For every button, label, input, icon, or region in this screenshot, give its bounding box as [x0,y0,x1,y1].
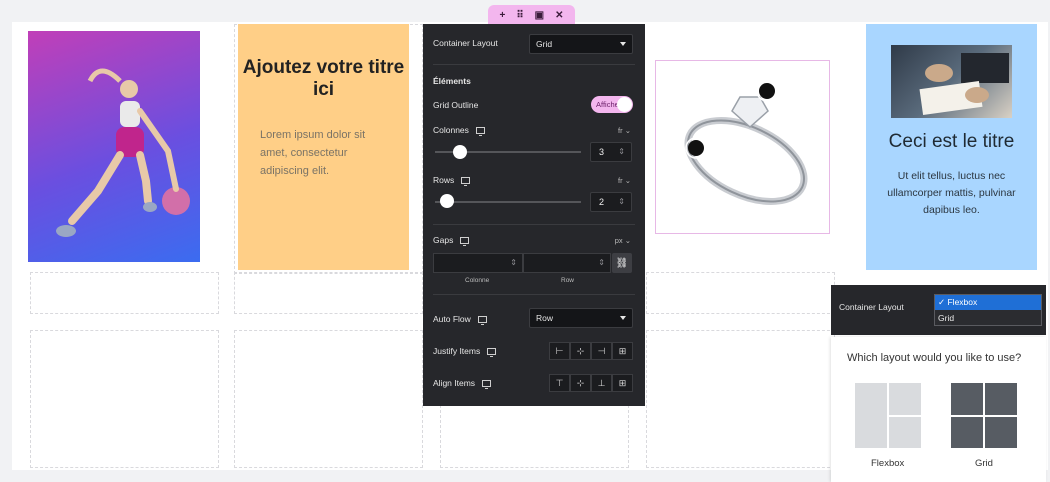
divider [433,294,635,295]
columns-label: Colonnes [433,125,469,135]
section-heading: Éléments [433,76,635,86]
flexbox-layout-tile[interactable] [855,383,921,448]
grid-outline-toggle[interactable]: Affiche [591,96,633,113]
duplicate-icon[interactable]: ▣ [535,10,544,21]
container-layout-select[interactable]: Grid [529,34,633,54]
columns-number-input[interactable]: 3 ⇕ [590,142,632,162]
plus-icon[interactable]: + [499,10,505,21]
gaps-label: Gaps [433,235,454,245]
container-toolbar: + ⠿ ▣ ✕ [488,5,575,25]
justify-start-icon[interactable]: ⊢ [549,342,570,360]
gaps-row: Gaps [433,235,635,246]
align-items-label: Align Items [433,378,476,388]
select-value: Grid [536,39,553,49]
card-title[interactable]: Ajoutez votre titre ici [238,57,409,101]
align-center-icon[interactable]: ⊹ [570,374,591,392]
card-text[interactable]: Ut elit tellus, luctus nec ullamcorper m… [874,168,1029,219]
gap-row-label: Row [561,277,575,284]
heading-card[interactable]: Ajoutez votre titre ici Lorem ipsum dolo… [238,24,409,270]
grid-label: Grid [975,458,993,469]
tile-block [951,383,983,415]
columns-unit-select[interactable]: fr ⌄ [618,126,631,135]
stepper-icon[interactable]: ⇕ [598,258,605,267]
rows-slider-handle[interactable] [440,194,454,208]
gap-column-label: Colonne [465,277,490,284]
desktop-icon[interactable] [460,236,470,246]
auto-flow-label: Auto Flow [433,314,471,324]
flexbox-label: Flexbox [871,458,905,469]
feature-card[interactable]: Ceci est le titre Ut elit tellus, luctus… [866,24,1037,270]
fitness-image[interactable] [28,31,200,262]
auto-flow-select[interactable]: Row [529,308,633,328]
gap-row-input[interactable]: ⇕ [523,253,611,273]
stepper-icon[interactable]: ⇕ [618,197,625,206]
justify-items-buttons: ⊢ ⊹ ⊣ ⊞ [549,342,633,360]
card-title[interactable]: Ceci est le titre [866,130,1037,154]
desktop-icon[interactable] [482,379,492,389]
align-stretch-icon[interactable]: ⊞ [612,374,633,392]
columns-slider-handle[interactable] [453,145,467,159]
tile-block [889,383,921,415]
rows-label: Rows [433,175,455,185]
elements-heading: Éléments [433,76,471,86]
tile-block [951,416,983,448]
link-icon[interactable]: ⛓ [612,253,632,273]
select-value: Row [536,313,554,323]
tile-block [985,383,1017,415]
grid-layout-tile[interactable] [951,383,1017,448]
align-start-icon[interactable]: ⊤ [549,374,570,392]
divider [433,224,635,225]
divider [433,64,635,65]
stepper-icon[interactable]: ⇕ [510,258,517,267]
rows-unit-select[interactable]: fr ⌄ [618,176,631,185]
grid-outline-label: Grid Outline [433,100,479,110]
grid-settings-panel: Container Layout Grid Éléments Grid Outl… [423,24,645,406]
container-layout-dropdown[interactable]: ✓ Flexbox Grid [934,294,1042,326]
rows-row: Rows [433,175,635,186]
drag-handle-icon[interactable]: ⠿ [516,10,523,21]
option-grid[interactable]: Grid [935,310,1041,325]
desk-photo[interactable] [891,45,1012,118]
tile-block [855,383,887,448]
grid-cell[interactable] [234,330,423,468]
stepper-icon[interactable]: ⇕ [618,147,625,156]
justify-end-icon[interactable]: ⊣ [591,342,612,360]
desktop-icon[interactable] [461,176,471,186]
number-value: 3 [599,147,605,157]
tile-block [985,416,1017,448]
layout-question: Which layout would you like to use? [847,352,1022,364]
align-items-buttons: ⊤ ⊹ ⊥ ⊞ [549,374,633,392]
container-layout-label: Container Layout [433,38,498,48]
columns-row: Colonnes [433,125,635,136]
rows-slider-track[interactable] [435,201,581,203]
chevron-down-icon [620,316,626,320]
desktop-icon[interactable] [475,126,485,136]
align-end-icon[interactable]: ⊥ [591,374,612,392]
grid-cell[interactable] [30,272,219,314]
grid-cell[interactable] [30,330,219,468]
justify-stretch-icon[interactable]: ⊞ [612,342,633,360]
toggle-knob [617,97,632,112]
gap-column-input[interactable]: ⇕ [433,253,523,273]
justify-center-icon[interactable]: ⊹ [570,342,591,360]
number-value: 2 [599,197,605,207]
rows-number-input[interactable]: 2 ⇕ [590,192,632,212]
container-layout-label: Container Layout [839,302,904,312]
ring-image[interactable] [655,60,830,234]
layout-picker: Which layout would you like to use? Flex… [831,337,1046,482]
grid-cell[interactable] [646,272,835,314]
chevron-down-icon [620,42,626,46]
grid-cell[interactable] [234,272,423,314]
close-icon[interactable]: ✕ [555,10,563,21]
gaps-unit-select[interactable]: px ⌄ [615,236,631,245]
desktop-icon[interactable] [487,347,497,357]
justify-items-label: Justify Items [433,346,481,356]
grid-cell[interactable] [646,330,835,468]
desktop-icon[interactable] [477,315,487,325]
option-flexbox[interactable]: ✓ Flexbox [935,295,1041,310]
tile-block [889,416,921,448]
card-text[interactable]: Lorem ipsum dolor sit amet, consectetur … [260,126,393,180]
toggle-label: Affiche [596,100,619,109]
